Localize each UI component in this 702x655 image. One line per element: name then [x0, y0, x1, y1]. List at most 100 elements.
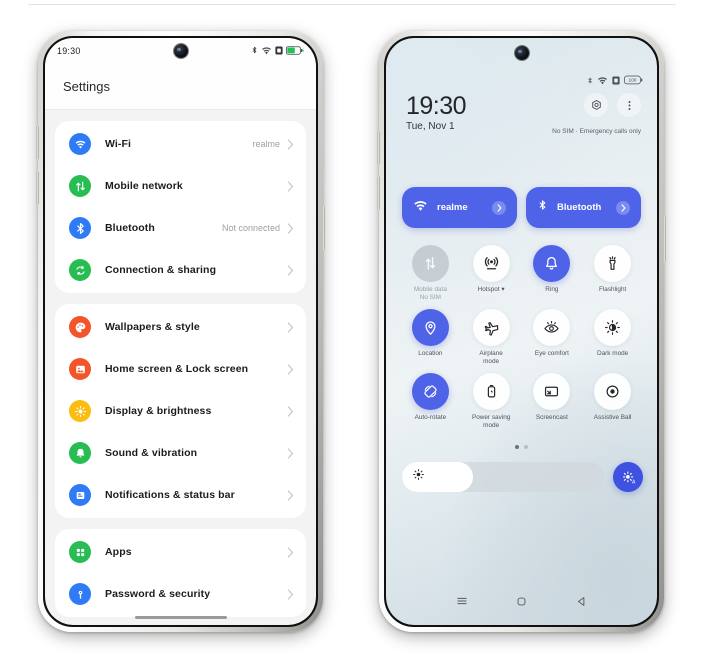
tile-screencast[interactable]: Screencast — [522, 373, 583, 430]
assistive-ball-icon[interactable] — [594, 373, 632, 410]
chevron-right-icon — [287, 321, 294, 333]
settings-group-network: Wi-Fi realme Mobile network Bluetooth No… — [55, 121, 306, 293]
chevron-right-icon[interactable] — [492, 200, 506, 215]
tile-power-saving-mode[interactable]: Power saving mode — [461, 373, 522, 430]
power-button[interactable] — [322, 206, 325, 250]
tile-mobile-data[interactable]: Mobile data No SIM — [400, 245, 461, 302]
settings-row-connection-sharing[interactable]: Connection & sharing — [55, 249, 306, 291]
wallpapers-icon — [69, 316, 91, 338]
brightness-slider[interactable] — [402, 462, 604, 492]
tile-location[interactable]: Location — [400, 309, 461, 366]
big-tile-wifi[interactable]: realme — [402, 187, 517, 228]
settings-row-label: Wi-Fi — [105, 138, 132, 150]
chevron-right-icon — [287, 588, 294, 600]
control-center-screen: 100 19:30 Tue, Nov 1 No SIM · Emergency … — [386, 38, 657, 625]
status-bar-time: 19:30 — [57, 46, 81, 56]
auto-rotate-icon[interactable] — [411, 373, 449, 410]
settings-group-personalization: Wallpapers & style Home screen & Lock sc… — [55, 304, 306, 518]
power-button[interactable] — [663, 216, 666, 262]
settings-row-bluetooth[interactable]: Bluetooth Not connected — [55, 207, 306, 249]
tile-label: Power saving mode — [471, 414, 511, 429]
settings-row-display-brightness[interactable]: Display & brightness — [55, 390, 306, 432]
notifications-icon — [69, 484, 91, 506]
auto-brightness-icon[interactable]: A — [613, 462, 643, 492]
page-dot-active[interactable] — [515, 445, 519, 449]
volume-down-button[interactable] — [36, 171, 39, 205]
bluetooth-icon — [69, 217, 91, 239]
tile-label: Mobile data No SIM — [413, 286, 447, 301]
sim-card-icon — [612, 72, 620, 90]
tile-hotspot[interactable]: Hotspot ▾ — [461, 245, 522, 302]
settings-row-label: Home screen & Lock screen — [105, 363, 249, 375]
svg-text:100: 100 — [628, 78, 636, 83]
tile-airplane-mode[interactable]: Airplane mode — [461, 309, 522, 366]
tile-label: Auto-rotate — [414, 414, 447, 421]
recents-icon[interactable] — [455, 594, 469, 608]
chevron-right-icon — [287, 546, 294, 558]
more-options-icon[interactable] — [617, 93, 641, 117]
wifi-icon — [69, 133, 91, 155]
page-dot[interactable] — [524, 445, 528, 449]
tile-label: Location — [418, 350, 443, 357]
tile-auto-rotate[interactable]: Auto-rotate — [400, 373, 461, 430]
control-center-header: 19:30 Tue, Nov 1 No SIM · Emergency call… — [406, 93, 641, 135]
clock-block: 19:30 Tue, Nov 1 — [406, 93, 467, 133]
eye-comfort-icon[interactable] — [533, 309, 571, 346]
chevron-right-icon — [287, 222, 294, 234]
settings-row-notifications-status-bar[interactable]: Notifications & status bar — [55, 474, 306, 516]
bluetooth-icon — [251, 42, 258, 60]
chevron-right-icon — [287, 264, 294, 276]
big-tile-label: realme — [437, 202, 468, 213]
ring-bell-icon[interactable] — [533, 245, 571, 282]
home-indicator[interactable] — [134, 616, 227, 619]
tile-assistive-ball[interactable]: Assistive Ball — [582, 373, 643, 430]
wifi-icon — [597, 72, 608, 90]
hotspot-icon[interactable] — [472, 245, 510, 282]
airplane-icon[interactable] — [472, 309, 510, 346]
chevron-right-icon — [287, 405, 294, 417]
settings-row-label: Connection & sharing — [105, 264, 217, 276]
tile-label: Hotspot ▾ — [477, 286, 505, 293]
volume-up-button[interactable] — [36, 126, 39, 160]
tile-dark-mode[interactable]: Dark mode — [582, 309, 643, 366]
front-camera-punch-hole — [514, 46, 529, 60]
mobile-data-icon[interactable] — [411, 245, 449, 282]
brightness-slider-fill — [402, 462, 473, 492]
settings-gear-icon[interactable] — [584, 93, 608, 117]
flashlight-icon[interactable] — [594, 245, 632, 282]
big-tile-bluetooth[interactable]: Bluetooth — [526, 187, 641, 228]
settings-row-mobile-network[interactable]: Mobile network — [55, 165, 306, 207]
settings-row-wallpapers-style[interactable]: Wallpapers & style — [55, 306, 306, 348]
brightness-sun-icon — [412, 468, 425, 486]
power-saving-icon[interactable] — [472, 373, 510, 410]
brightness-row: A — [402, 462, 643, 492]
settings-row-label: Password & security — [105, 588, 211, 600]
volume-up-button[interactable] — [377, 131, 380, 165]
header-buttons — [584, 93, 641, 117]
status-bar: 100 — [587, 72, 643, 90]
page-indicator — [386, 445, 657, 449]
settings-row-apps[interactable]: Apps — [55, 531, 306, 573]
tile-ring[interactable]: Ring — [522, 245, 583, 302]
phone-settings: 19:30 Settings Wi-Fi realme Mobile netwo… — [36, 31, 325, 632]
screenshot-canvas: 19:30 Settings Wi-Fi realme Mobile netwo… — [0, 0, 702, 655]
home-lock-screen-icon — [69, 358, 91, 380]
settings-row-wifi[interactable]: Wi-Fi realme — [55, 123, 306, 165]
back-icon[interactable] — [575, 595, 588, 608]
settings-row-sound-vibration[interactable]: Sound & vibration — [55, 432, 306, 474]
phone-control-center: 100 19:30 Tue, Nov 1 No SIM · Emergency … — [377, 31, 666, 632]
tile-eye-comfort[interactable]: Eye comfort — [522, 309, 583, 366]
settings-row-home-lock-screen[interactable]: Home screen & Lock screen — [55, 348, 306, 390]
apps-icon — [69, 541, 91, 563]
settings-list[interactable]: Wi-Fi realme Mobile network Bluetooth No… — [45, 110, 316, 625]
settings-row-password-security[interactable]: Password & security — [55, 573, 306, 615]
screencast-icon[interactable] — [533, 373, 571, 410]
dark-mode-icon[interactable] — [594, 309, 632, 346]
chevron-right-icon[interactable] — [616, 200, 630, 215]
home-icon[interactable] — [515, 595, 528, 608]
volume-down-button[interactable] — [377, 176, 380, 210]
page-title: Settings — [63, 79, 110, 94]
location-pin-icon[interactable] — [411, 309, 449, 346]
tile-flashlight[interactable]: Flashlight — [582, 245, 643, 302]
bluetooth-icon — [587, 72, 593, 90]
